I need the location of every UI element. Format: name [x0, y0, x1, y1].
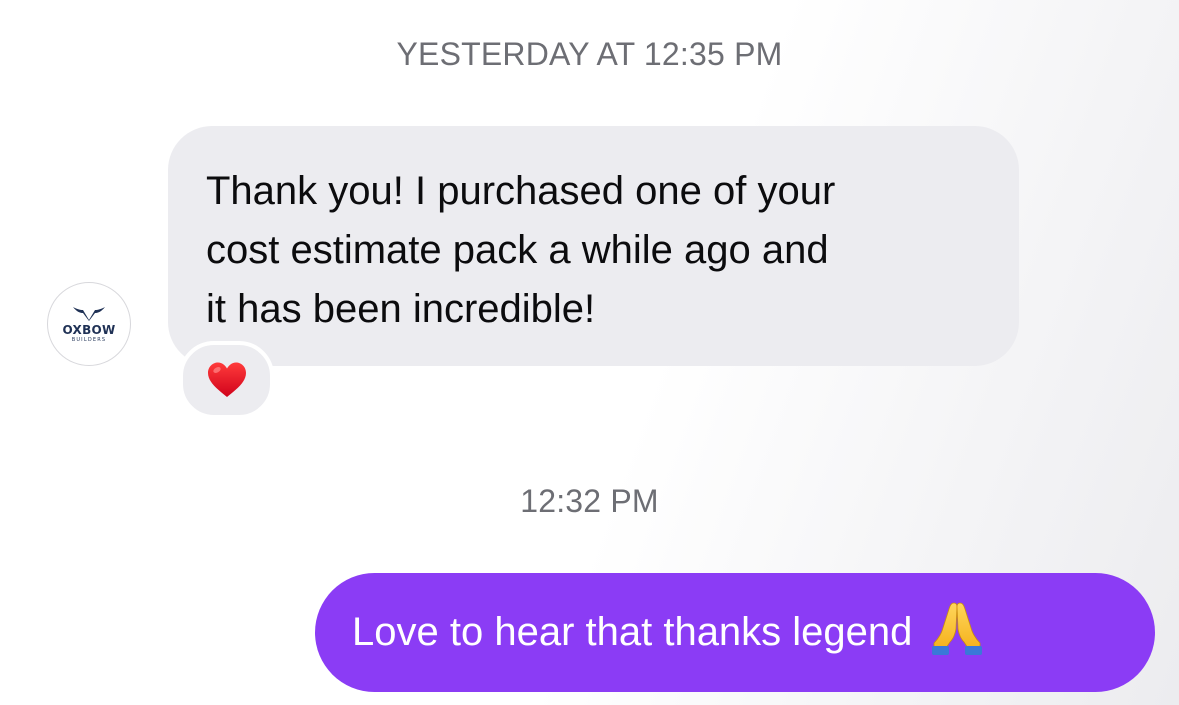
oxbow-logo-icon [73, 307, 105, 321]
incoming-message-bubble[interactable]: Thank you! I purchased one of your cost … [168, 126, 1019, 366]
message-reaction[interactable] [179, 341, 274, 419]
avatar-brand: OXBOW [62, 323, 116, 337]
outgoing-message-bubble[interactable]: Love to hear that thanks legend [315, 573, 1155, 692]
folded-hands-emoji-icon [930, 599, 984, 667]
outgoing-message-text: Love to hear that thanks legend [352, 610, 913, 654]
timestamp-message: 12:32 PM [520, 483, 659, 519]
timestamp-yesterday: YESTERDAY AT 12:35 PM [396, 36, 783, 72]
avatar[interactable]: OXBOW BUILDERS [47, 282, 131, 366]
message-line: cost estimate pack a while ago and [206, 228, 829, 272]
message-line: it has been incredible! [206, 287, 596, 331]
message-line: Thank you! I purchased one of your [206, 169, 836, 213]
red-heart-emoji-icon [207, 362, 246, 397]
avatar-subtitle: BUILDERS [71, 337, 107, 343]
